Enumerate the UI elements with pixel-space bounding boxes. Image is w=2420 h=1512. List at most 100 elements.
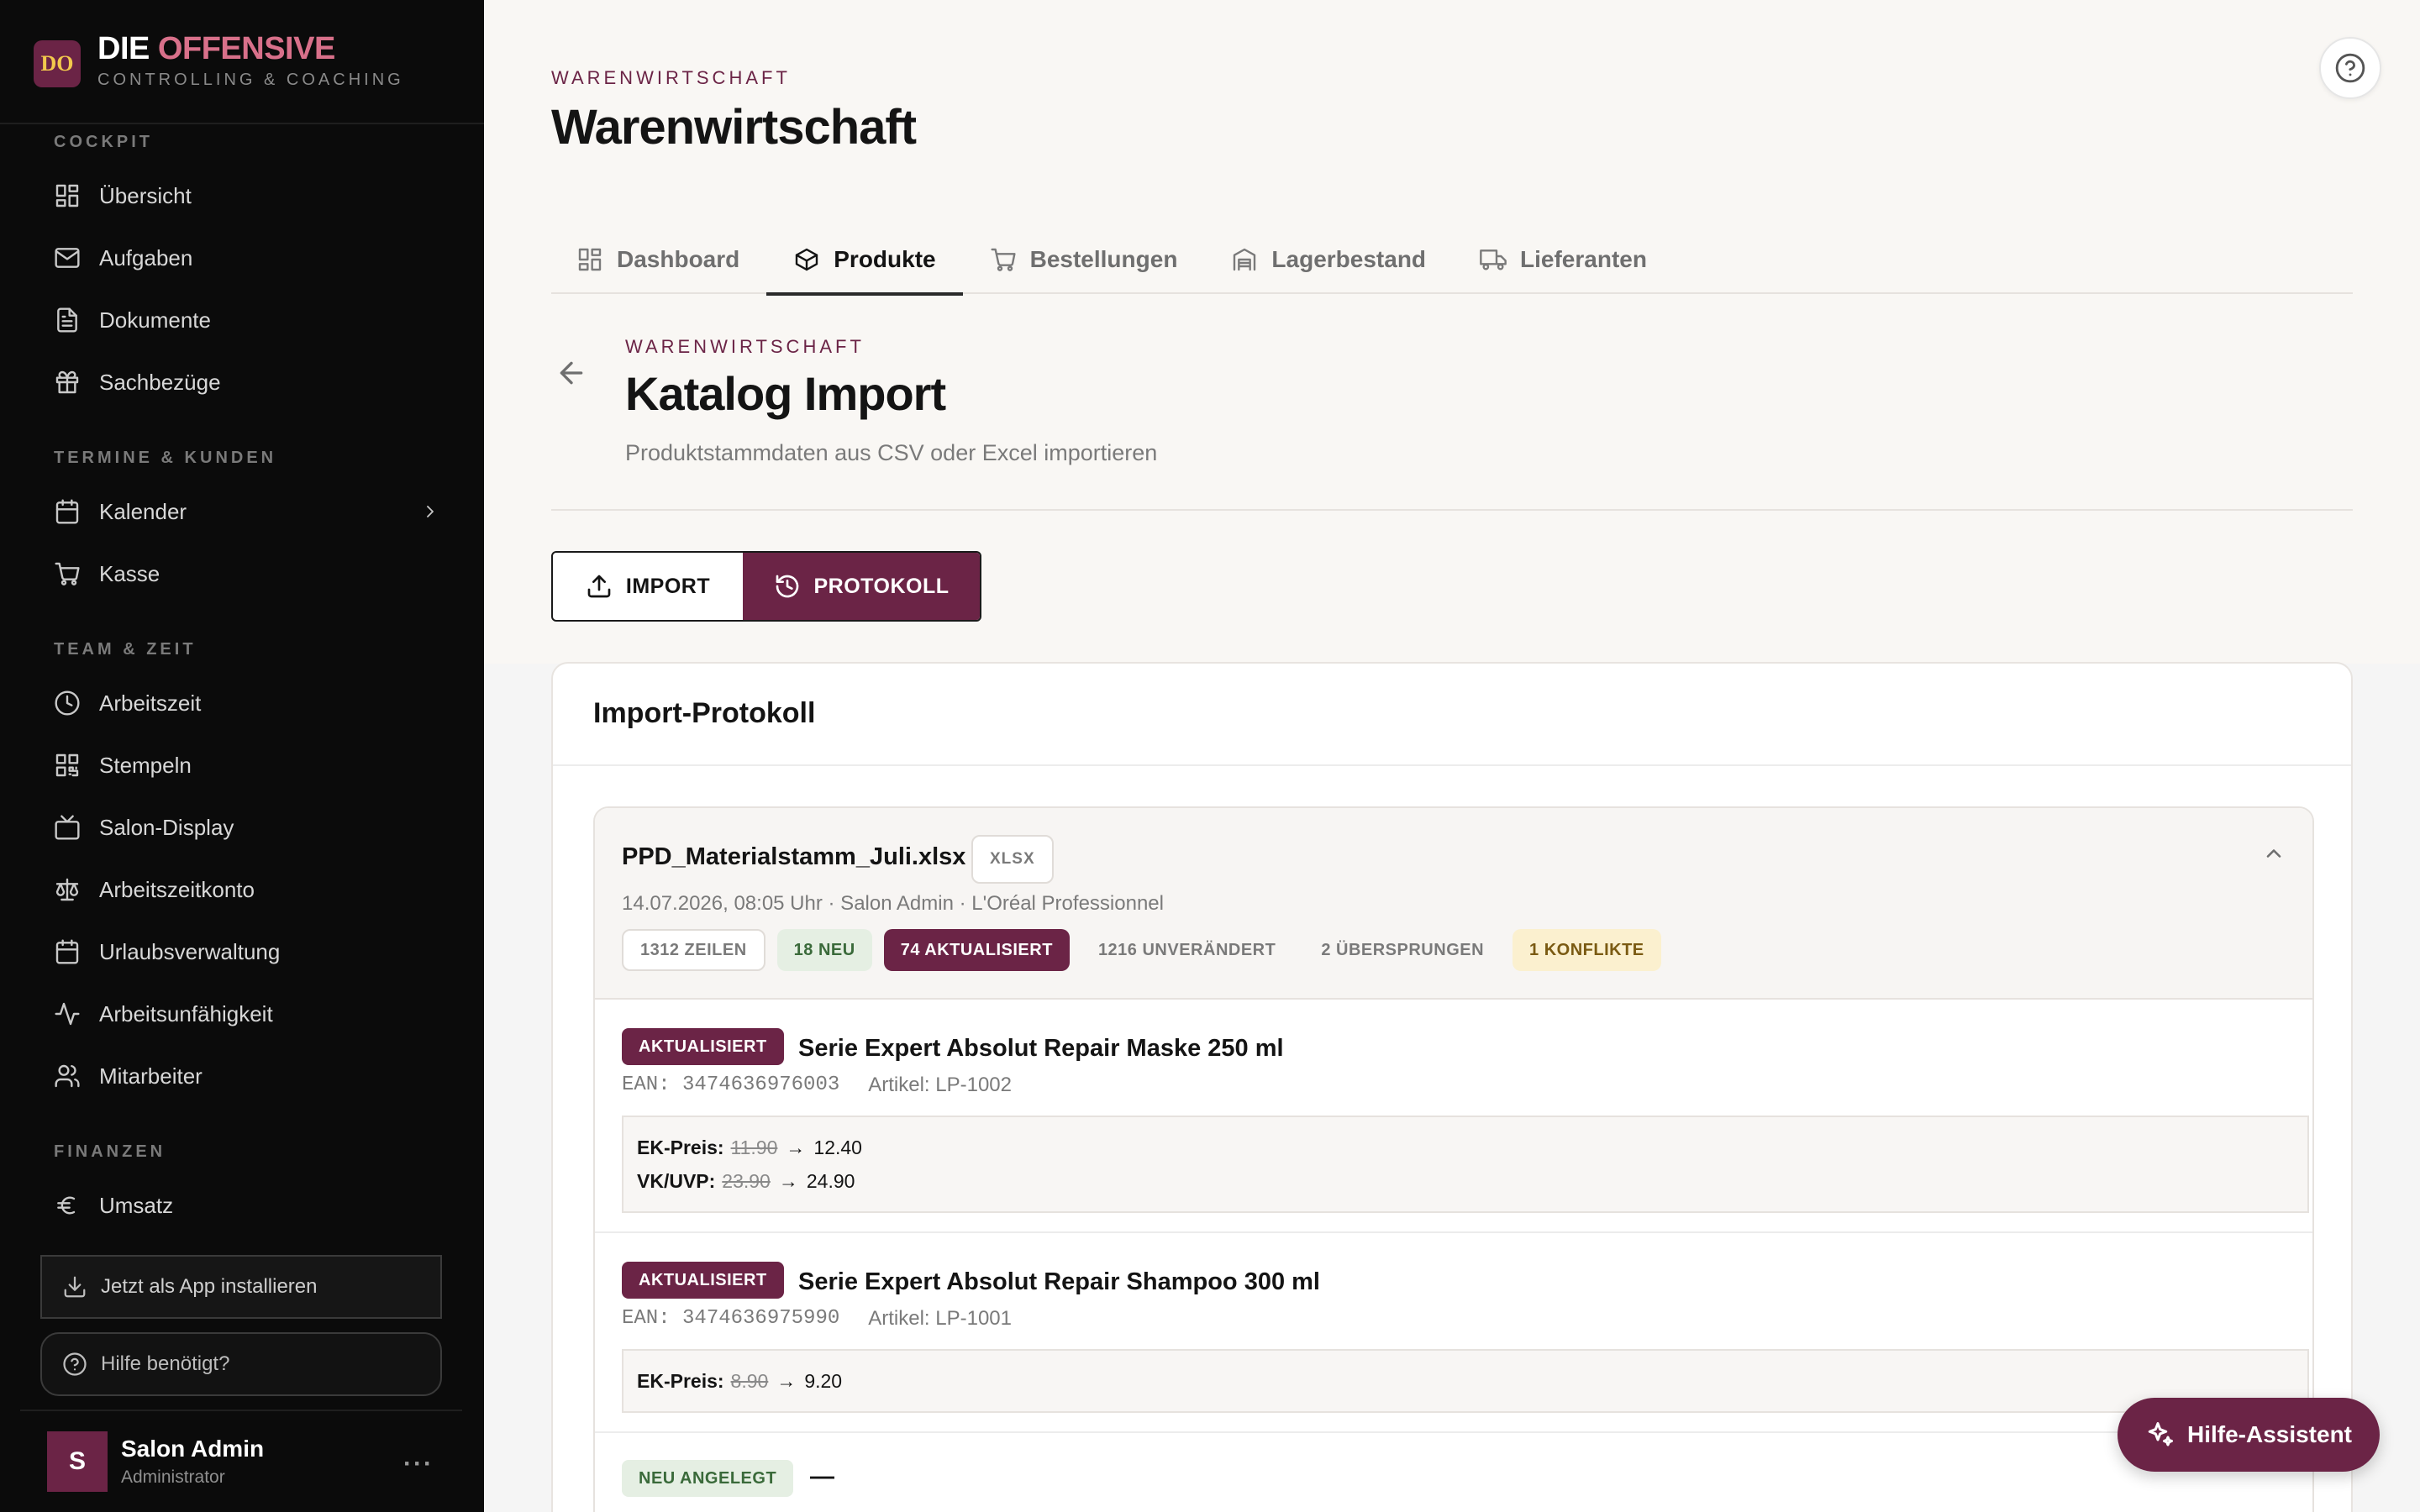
cart-icon [55, 562, 80, 585]
product-meta: EAN: 3474636975990 Artikel: LP-1001 [622, 1307, 1012, 1331]
page-title: Warenwirtschaft [551, 100, 917, 155]
sidebar-item-dokumente[interactable]: Dokumente [54, 299, 440, 341]
sidebar-item-kalender[interactable]: Kalender [54, 491, 440, 533]
truck-icon [1480, 249, 1507, 270]
sidebar-item-label: Umsatz [99, 1192, 174, 1218]
brand-name-part2: OFFENSIVE [157, 31, 335, 66]
product-title: — [810, 1463, 834, 1490]
tab-lagerbestand[interactable]: Lagerbestand [1204, 225, 1453, 294]
import-label: IMPORT [625, 574, 711, 598]
status-badge: AKTUALISIERT [622, 1262, 784, 1299]
tab-label: Lieferanten [1520, 246, 1647, 272]
brand[interactable]: DO DIE OFFENSIVE CONTROLLING & COACHING [34, 32, 404, 90]
sidebar-item-label: Salon-Display [99, 814, 234, 840]
old-value: 8.90 [730, 1369, 769, 1392]
change-details: EK-Preis: 11.90 → 12.40 VK/UVP: 23.90 → … [622, 1116, 2309, 1213]
sidebar-divider [0, 123, 484, 124]
sidebar-item-arbeitsunfaehigkeit[interactable]: Arbeitsunfähigkeit [54, 993, 440, 1035]
stat-updated: 74 AKTUALISIERT [883, 929, 1070, 971]
change-details: EK-Preis: 8.90 → 9.20 [622, 1349, 2309, 1413]
brand-text: DIE OFFENSIVE CONTROLLING & COACHING [97, 32, 404, 90]
card-divider [553, 764, 2351, 766]
product-meta: EAN: 3474636976003 Artikel: LP-1002 [622, 1074, 1012, 1097]
new-value: 24.90 [806, 1169, 855, 1192]
mail-icon [55, 248, 80, 268]
stat-conflicts: 1 KONFLIKTE [1512, 929, 1661, 971]
protocol-label: PROTOKOLL [813, 574, 950, 598]
help-assistant-button[interactable]: Hilfe-Assistent [2118, 1398, 2380, 1472]
arrow-left-icon [560, 361, 583, 385]
stat-rows: 1312 ZEILEN [622, 929, 765, 971]
user-profile[interactable]: S Salon Admin Administrator ··· [47, 1431, 434, 1492]
user-divider [20, 1410, 462, 1411]
file-name: PPD_Materialstamm_Juli.xlsx [622, 843, 966, 870]
calendar-icon [55, 939, 79, 964]
change-line: EK-Preis: 8.90 → 9.20 [637, 1364, 2294, 1398]
new-value: 12.40 [813, 1136, 862, 1158]
sidebar-item-sachbezuege[interactable]: Sachbezüge [54, 361, 440, 403]
file-meta: 14.07.2026, 08:05 Uhr · Salon Admin · L'… [622, 892, 1164, 915]
new-value: 9.20 [804, 1369, 843, 1392]
euro-icon [57, 1196, 76, 1215]
list-item: NEU ANGELEGT — [595, 1433, 2312, 1512]
tab-dashboard[interactable]: Dashboard [551, 225, 766, 294]
sidebar-item-arbeitszeit[interactable]: Arbeitszeit [54, 682, 440, 724]
sidebar: DO DIE OFFENSIVE CONTROLLING & COACHING … [0, 0, 484, 1512]
product-ean: EAN: 3474636975990 [622, 1307, 840, 1330]
subpage-title: Katalog Import [625, 367, 946, 420]
sidebar-item-stempeln[interactable]: Stempeln [54, 744, 440, 786]
sidebar-item-aufgaben[interactable]: Aufgaben [54, 237, 440, 279]
product-article: Artikel: LP-1002 [868, 1074, 1013, 1096]
import-protocol-toggle: IMPORT PROTOKOLL [551, 551, 981, 622]
tab-label: Lagerbestand [1271, 246, 1427, 272]
sidebar-item-salon-display[interactable]: Salon-Display [54, 806, 440, 848]
tab-bestellungen[interactable]: Bestellungen [963, 225, 1205, 294]
sidebar-item-umsatz[interactable]: Umsatz [54, 1184, 440, 1226]
tab-label: Produkte [834, 246, 936, 272]
sidebar-item-label: Dokumente [99, 307, 211, 333]
status-badge: NEU ANGELEGT [622, 1460, 794, 1497]
chevron-up-icon [2266, 849, 2281, 858]
product-title: Serie Expert Absolut Repair Shampoo 300 … [798, 1268, 1320, 1295]
import-entry-header[interactable]: PPD_Materialstamm_Juli.xlsx XLSX 14.07.2… [595, 808, 2312, 1000]
old-value: 23.90 [722, 1169, 771, 1192]
help-needed-button[interactable]: Hilfe benötigt? [40, 1332, 442, 1396]
users-icon [55, 1064, 80, 1088]
import-stats: 1312 ZEILEN 18 NEU 74 AKTUALISIERT 1216 … [622, 929, 1673, 971]
subpage-description: Produktstammdaten aus CSV oder Excel imp… [625, 440, 1158, 465]
sidebar-item-label: Arbeitszeit [99, 690, 202, 716]
help-circle-icon [63, 1352, 87, 1376]
subpage-eyebrow: WARENWIRTSCHAFT [625, 336, 865, 357]
change-field: EK-Preis: [637, 1369, 724, 1392]
sidebar-item-uebersicht[interactable]: Übersicht [54, 175, 440, 217]
chevron-right-icon [427, 506, 434, 517]
protocol-button[interactable]: PROTOKOLL [743, 553, 980, 620]
sidebar-item-arbeitszeitkonto[interactable]: Arbeitszeitkonto [54, 869, 440, 911]
product-ean: EAN: 3474636976003 [622, 1074, 840, 1096]
tab-produkte[interactable]: Produkte [766, 225, 963, 296]
avatar: S [47, 1431, 108, 1492]
user-name: Salon Admin [121, 1436, 265, 1462]
history-icon [776, 575, 798, 598]
tab-label: Bestellungen [1029, 246, 1178, 272]
brand-subtitle: CONTROLLING & COACHING [97, 71, 404, 89]
section-divider [551, 509, 2353, 511]
change-line: VK/UVP: 23.90 → 24.90 [637, 1164, 2294, 1198]
help-button[interactable] [2319, 37, 2381, 99]
cart-icon [991, 248, 1016, 271]
tab-lieferanten[interactable]: Lieferanten [1453, 225, 1674, 294]
sidebar-item-urlaubsverwaltung[interactable]: Urlaubsverwaltung [54, 931, 440, 973]
help-circle-icon [2335, 53, 2365, 83]
status-badge: AKTUALISIERT [622, 1028, 784, 1065]
sidebar-item-kasse[interactable]: Kasse [54, 553, 440, 595]
install-app-button[interactable]: Jetzt als App installieren [40, 1255, 442, 1319]
back-button[interactable] [555, 356, 588, 390]
import-button[interactable]: IMPORT [553, 553, 743, 620]
import-protocol-card: Import-Protokoll PPD_Materialstamm_Juli.… [551, 662, 2353, 1512]
clock-icon [55, 690, 80, 716]
tab-label: Dashboard [617, 246, 740, 272]
more-options-icon[interactable]: ··· [403, 1450, 434, 1478]
collapse-entry-button[interactable] [2262, 842, 2286, 865]
warehouse-icon [1234, 248, 1256, 271]
sidebar-item-mitarbeiter[interactable]: Mitarbeiter [54, 1055, 440, 1097]
